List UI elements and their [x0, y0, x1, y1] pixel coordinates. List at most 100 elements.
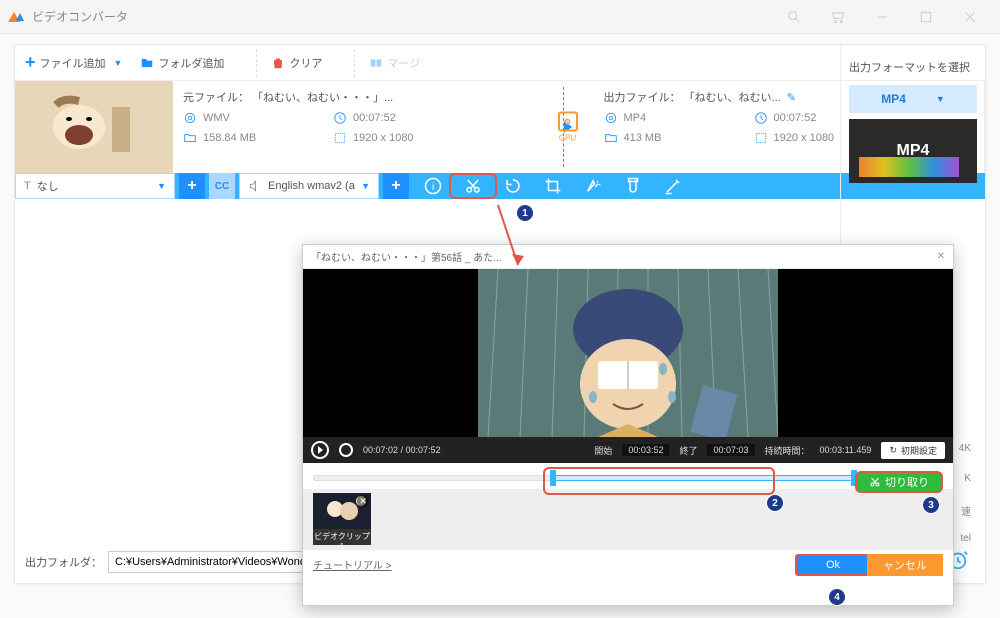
- end-label: 終了: [679, 444, 697, 457]
- source-column: 元ファイル： 「ねむい、ねむい・・・」... WMV 00:07:52 158.…: [173, 81, 564, 173]
- info-button[interactable]: i: [413, 177, 453, 195]
- trash-icon: [271, 56, 285, 70]
- merge-button[interactable]: マージ: [369, 55, 420, 71]
- clock-icon: [333, 111, 347, 125]
- remove-clip-icon[interactable]: ✕: [357, 495, 369, 507]
- subtitle-select[interactable]: Tなし▼: [15, 173, 175, 199]
- callout-2: 2: [766, 494, 784, 512]
- edit-pencil-icon[interactable]: ✎: [787, 92, 796, 104]
- format-panel-title: 出力フォーマットを選択: [849, 59, 977, 75]
- callout-3: 3: [922, 496, 940, 514]
- close-button[interactable]: [948, 0, 992, 34]
- merge-label: マージ: [387, 55, 420, 71]
- callout-1: 1: [516, 204, 534, 222]
- dialog-titlebar: 「ねむい、ねむい・・・」第56話 _ あた... ✕: [303, 245, 953, 269]
- folder-icon: [183, 131, 197, 145]
- format-card[interactable]: MP4: [849, 119, 977, 183]
- clear-label: クリア: [289, 55, 322, 71]
- effects-button[interactable]: [573, 177, 613, 195]
- svg-text:i: i: [432, 181, 434, 193]
- source-duration: 00:07:52: [353, 112, 396, 124]
- source-size: 158.84 MB: [203, 132, 256, 144]
- ok-button[interactable]: Ok: [795, 554, 871, 576]
- clip-name: ビデオクリップ 1: [313, 531, 371, 551]
- reso-k-tag: K: [964, 473, 971, 484]
- add-folder-button[interactable]: フォルダ追加: [140, 55, 224, 71]
- merge-icon: [369, 56, 383, 70]
- output-resolution: 1920 x 1080: [774, 132, 835, 144]
- start-label: 開始: [594, 444, 612, 457]
- toolbar-separator: [354, 49, 355, 77]
- crop-button[interactable]: [533, 177, 573, 195]
- reso-fast-tag: 速: [961, 503, 971, 518]
- cart-icon[interactable]: [816, 0, 860, 34]
- add-subtitle-button[interactable]: +: [179, 173, 205, 199]
- source-label: 元ファイル：: [183, 92, 249, 104]
- end-time[interactable]: 00:07:03: [707, 444, 754, 456]
- clip-tray: ✕ ビデオクリップ 1 00:01:19: [303, 489, 953, 549]
- reso-intel-tag: tel: [960, 533, 971, 544]
- start-time[interactable]: 00:03:52: [622, 444, 669, 456]
- clip-duration: 00:01:19: [313, 551, 371, 560]
- play-button[interactable]: [311, 441, 329, 459]
- add-audio-button[interactable]: +: [383, 173, 409, 199]
- app-logo-icon2: [16, 13, 24, 21]
- source-resolution: 1920 x 1080: [353, 132, 414, 144]
- callout-4: 4: [828, 588, 846, 606]
- watermark-button[interactable]: [613, 177, 653, 195]
- add-file-label: ファイル追加: [40, 55, 106, 71]
- stop-button[interactable]: [339, 443, 353, 457]
- enhance-button[interactable]: [653, 177, 693, 195]
- audio-select[interactable]: English wmav2 (a▼: [239, 173, 379, 199]
- source-format: WMV: [203, 112, 230, 124]
- toolbar-separator: [256, 49, 257, 77]
- playback-controls: 00:07:02 / 00:07:52 開始 00:03:52 終了 00:07…: [303, 437, 953, 463]
- video-thumbnail[interactable]: [15, 81, 173, 173]
- cut-label: 切り取り: [885, 474, 929, 490]
- output-label: 出力ファイル：: [604, 92, 681, 104]
- trim-slider-row: 切り取り: [303, 463, 953, 489]
- search-icon[interactable]: [772, 0, 816, 34]
- reset-button[interactable]: ↻初期設定: [881, 442, 945, 459]
- cc-button[interactable]: CC: [209, 173, 235, 199]
- output-duration: 00:07:52: [774, 112, 817, 124]
- subtitle-value: なし: [37, 178, 59, 194]
- app-title: ビデオコンバータ: [32, 8, 772, 25]
- dialog-close-icon[interactable]: ✕: [937, 251, 945, 262]
- format-dropdown[interactable]: MP4▼: [849, 85, 977, 113]
- resolution-icon: [333, 131, 347, 145]
- rotate-button[interactable]: [493, 177, 533, 195]
- window-titlebar: ビデオコンバータ: [0, 0, 1000, 34]
- cut-button[interactable]: [453, 177, 493, 195]
- folder-icon: [140, 56, 154, 70]
- cancel-button[interactable]: ャンセル: [867, 554, 943, 576]
- apply-cut-button[interactable]: 切り取り: [855, 471, 943, 493]
- play-time: 00:07:02 / 00:07:52: [363, 445, 441, 455]
- add-folder-label: フォルダ追加: [158, 55, 224, 71]
- output-format: MP4: [624, 112, 647, 124]
- reso-4k-tag: 4K: [959, 443, 971, 454]
- dialog-footer: チュートリアル > Ok ャンセル: [303, 549, 953, 579]
- dialog-title: 「ねむい、ねむい・・・」第56話 _ あた...: [311, 249, 502, 264]
- add-file-button[interactable]: + ファイル追加 ▼: [25, 52, 122, 73]
- output-filename: 「ねむい、ねむい...: [684, 92, 781, 104]
- chevron-down-icon: ▼: [114, 58, 123, 68]
- cut-dialog: 「ねむい、ねむい・・・」第56話 _ あた... ✕ 00:07:02 / 00…: [302, 244, 954, 606]
- scissors-icon: [869, 476, 881, 488]
- annotation-box-2: [543, 467, 775, 495]
- output-folder-label: 出力フォルダ：: [25, 554, 102, 570]
- clear-button[interactable]: クリア: [271, 55, 322, 71]
- duration-time: 00:03:11.459: [820, 445, 872, 455]
- duration-label: 持続時間：: [765, 444, 810, 457]
- format-icon: [183, 111, 197, 125]
- plus-icon: +: [25, 52, 36, 73]
- format-value: MP4: [881, 92, 906, 106]
- source-filename: 「ねむい、ねむい・・・」...: [252, 92, 393, 104]
- maximize-button[interactable]: [904, 0, 948, 34]
- video-preview[interactable]: [303, 269, 953, 437]
- clip-item[interactable]: ✕ ビデオクリップ 1 00:01:19: [313, 493, 371, 545]
- minimize-button[interactable]: [860, 0, 904, 34]
- output-size: 413 MB: [624, 132, 662, 144]
- audio-value: English wmav2 (a: [268, 180, 355, 192]
- format-card-label: MP4: [897, 142, 930, 160]
